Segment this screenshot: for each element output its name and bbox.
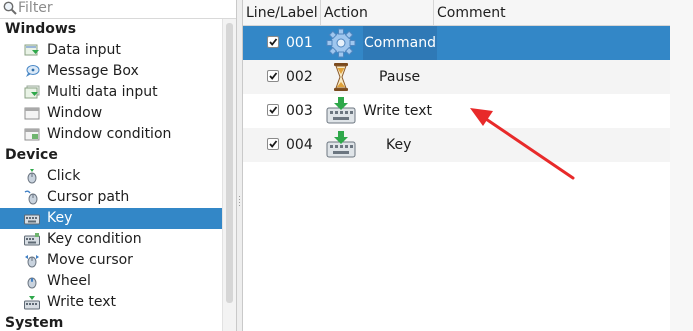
action-label: Key <box>386 137 412 153</box>
tree-item-label: Click <box>47 168 81 184</box>
category-label: System <box>5 315 64 331</box>
line-number: 001 <box>286 35 313 51</box>
category-windows[interactable]: Windows <box>0 19 222 40</box>
tree-item-label: Multi data input <box>47 84 158 100</box>
line-number: 002 <box>286 69 313 85</box>
tree-item-cursor-path[interactable]: Cursor path <box>0 187 222 208</box>
mouse-move-icon <box>25 255 39 268</box>
tree-item-label: Key <box>47 210 73 226</box>
splitter-grip-dot <box>239 202 240 203</box>
hourglass-icon <box>334 63 348 91</box>
mouse-path-icon <box>24 190 38 205</box>
filter-input[interactable] <box>18 0 218 17</box>
keyboard-condition-icon <box>24 233 40 246</box>
tree-item-label: Message Box <box>47 63 139 79</box>
mouse-icon <box>27 169 37 184</box>
table-row[interactable]: 001 Command <box>243 26 670 60</box>
tree-item-multi-data-input[interactable]: Multi data input <box>0 82 222 103</box>
column-header-comment[interactable]: Comment <box>434 0 670 25</box>
row-enabled-checkbox[interactable] <box>267 70 279 82</box>
column-header-line-label[interactable]: Line/Label <box>243 0 321 25</box>
multi-data-input-icon <box>24 85 40 99</box>
search-icon <box>3 1 17 15</box>
tree-item-key-condition[interactable]: Key condition <box>0 229 222 250</box>
tree-item-label: Cursor path <box>47 189 130 205</box>
tree-item-window-condition[interactable]: Window condition <box>0 124 222 145</box>
tree-item-wheel[interactable]: Wheel <box>0 271 222 292</box>
row-enabled-checkbox[interactable] <box>267 36 279 48</box>
action-label: Pause <box>379 69 421 85</box>
category-device[interactable]: Device <box>0 145 222 166</box>
message-box-icon <box>26 65 40 77</box>
keyboard-arrow-icon <box>326 131 356 158</box>
tree-item-label: Wheel <box>47 273 91 289</box>
column-header-action[interactable]: Action <box>321 0 434 25</box>
splitter-grip-dot <box>239 199 240 200</box>
keyboard-text-icon <box>24 296 40 310</box>
tree-item-key[interactable]: Key <box>0 208 222 229</box>
action-label: Write text <box>363 103 433 119</box>
row-enabled-checkbox[interactable] <box>267 104 279 116</box>
window-condition-icon <box>24 128 40 141</box>
tree-item-message-box[interactable]: Message Box <box>0 61 222 82</box>
checkmark-icon <box>269 38 278 46</box>
scrollbar-thumb[interactable] <box>226 23 233 303</box>
tree-item-label: Move cursor <box>47 252 133 268</box>
tree-item-move-cursor[interactable]: Move cursor <box>0 250 222 271</box>
tree-item-label: Data input <box>47 42 121 58</box>
tree-scrollbar[interactable] <box>222 19 236 331</box>
row-enabled-checkbox[interactable] <box>267 138 279 150</box>
action-tree: Windows Data input Message Box Multi dat… <box>0 19 222 331</box>
window-edge <box>670 0 693 331</box>
tree-item-window[interactable]: Window <box>0 103 222 124</box>
window-icon <box>24 107 40 120</box>
data-input-icon <box>24 44 39 56</box>
category-system[interactable]: System <box>0 313 222 331</box>
table-row[interactable]: 004 Key <box>243 128 670 162</box>
tree-item-label: Window condition <box>47 126 172 142</box>
script-table: Line/Label Action Comment 001 Command 00… <box>242 0 671 331</box>
tree-item-data-input[interactable]: Data input <box>0 40 222 61</box>
action-label: Command <box>363 26 437 60</box>
line-number: 003 <box>286 103 313 119</box>
gear-icon <box>326 28 356 58</box>
checkmark-icon <box>269 72 278 80</box>
checkmark-icon <box>269 106 278 114</box>
checkmark-icon <box>269 140 278 148</box>
filter-bar <box>0 0 236 19</box>
category-label: Windows <box>5 21 77 37</box>
tree-item-click[interactable]: Click <box>0 166 222 187</box>
splitter-grip-dot <box>239 205 240 206</box>
table-row[interactable]: 002 Pause <box>243 60 670 94</box>
keyboard-icon <box>24 214 40 225</box>
actions-panel: Windows Data input Message Box <box>0 0 237 331</box>
tree-item-write-text[interactable]: Write text <box>0 292 222 313</box>
tree-item-label: Write text <box>47 294 117 310</box>
splitter-grip-dot <box>239 196 240 197</box>
mouse-wheel-icon <box>27 277 37 289</box>
line-number: 004 <box>286 137 313 153</box>
category-label: Device <box>5 147 58 163</box>
keyboard-arrow-icon <box>326 97 356 124</box>
table-row[interactable]: 003 Write text <box>243 94 670 128</box>
tree-item-label: Window <box>47 105 103 121</box>
table-header: Line/Label Action Comment <box>243 0 670 26</box>
tree-item-label: Key condition <box>47 231 142 247</box>
